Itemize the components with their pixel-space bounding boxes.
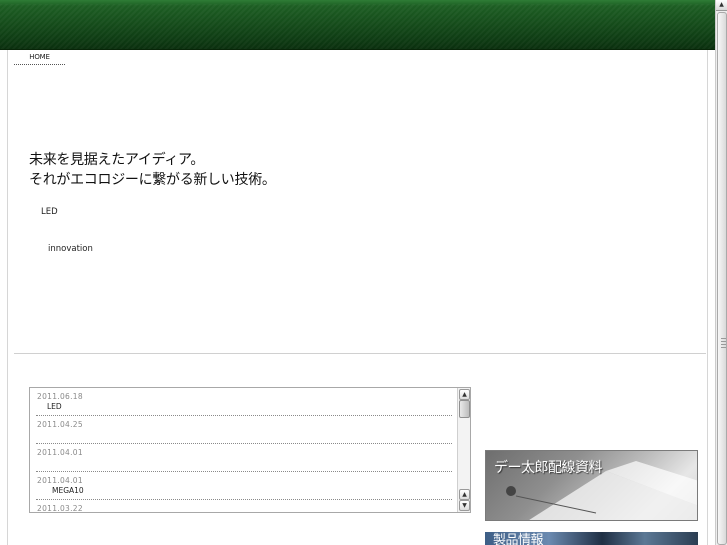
scroll-up-arrow-icon[interactable]: ▲ <box>459 389 470 400</box>
product-info-banner[interactable]: 製品情報 <box>485 532 698 545</box>
page-scrollbar[interactable]: ▲ <box>715 0 727 545</box>
wiring-docs-banner[interactable]: デー太郎配線資料 <box>485 450 698 521</box>
news-scroll-thumb[interactable] <box>459 400 470 418</box>
hero-subtitle-led: LED <box>41 207 58 217</box>
news-title[interactable]: LED <box>47 402 62 411</box>
news-date: 2011.04.01 <box>37 448 83 457</box>
hero-subtitle-innovation: innovation <box>48 244 93 254</box>
scroll-up-arrow-icon[interactable]: ▲ <box>459 489 470 500</box>
page-scroll-thumb[interactable] <box>717 12 727 545</box>
nav-home-link[interactable]: HOME <box>14 52 65 65</box>
scroll-up-arrow-icon[interactable]: ▲ <box>716 0 727 11</box>
news-item[interactable]: 2011.04.01 MEGA10 <box>36 472 452 500</box>
news-list: 2011.06.18 LED 2011.04.25 2011.04.01 201… <box>30 388 458 513</box>
header-band <box>0 0 715 50</box>
news-date: 2011.04.25 <box>37 420 83 429</box>
news-item[interactable]: 2011.06.18 LED <box>36 388 452 416</box>
news-date: 2011.06.18 <box>37 392 83 401</box>
scroll-down-arrow-icon[interactable]: ▼ <box>459 500 470 511</box>
news-date: 2011.04.01 <box>37 476 83 485</box>
hero-headline-2: それがエコロジーに繋がる新しい技術。 <box>29 172 276 188</box>
news-item[interactable]: 2011.03.22 <box>36 500 452 513</box>
grip-icon <box>721 338 726 348</box>
news-item[interactable]: 2011.04.01 <box>36 444 452 472</box>
banner-label: デー太郎配線資料 <box>494 460 603 476</box>
hero-headline-1: 未来を見据えたアイディア。 <box>29 152 205 168</box>
news-title[interactable]: MEGA10 <box>52 486 84 495</box>
news-item[interactable]: 2011.04.25 <box>36 416 452 444</box>
news-date: 2011.03.22 <box>37 504 83 513</box>
section-divider <box>14 353 706 354</box>
news-scrollbar[interactable]: ▲ ▲ ▼ <box>457 388 470 512</box>
page: HOME 未来を見据えたアイディア。 それがエコロジーに繋がる新しい技術。 LE… <box>0 0 727 545</box>
news-box[interactable]: 2011.06.18 LED 2011.04.25 2011.04.01 201… <box>29 387 471 513</box>
banner-label: 製品情報 <box>493 533 544 545</box>
